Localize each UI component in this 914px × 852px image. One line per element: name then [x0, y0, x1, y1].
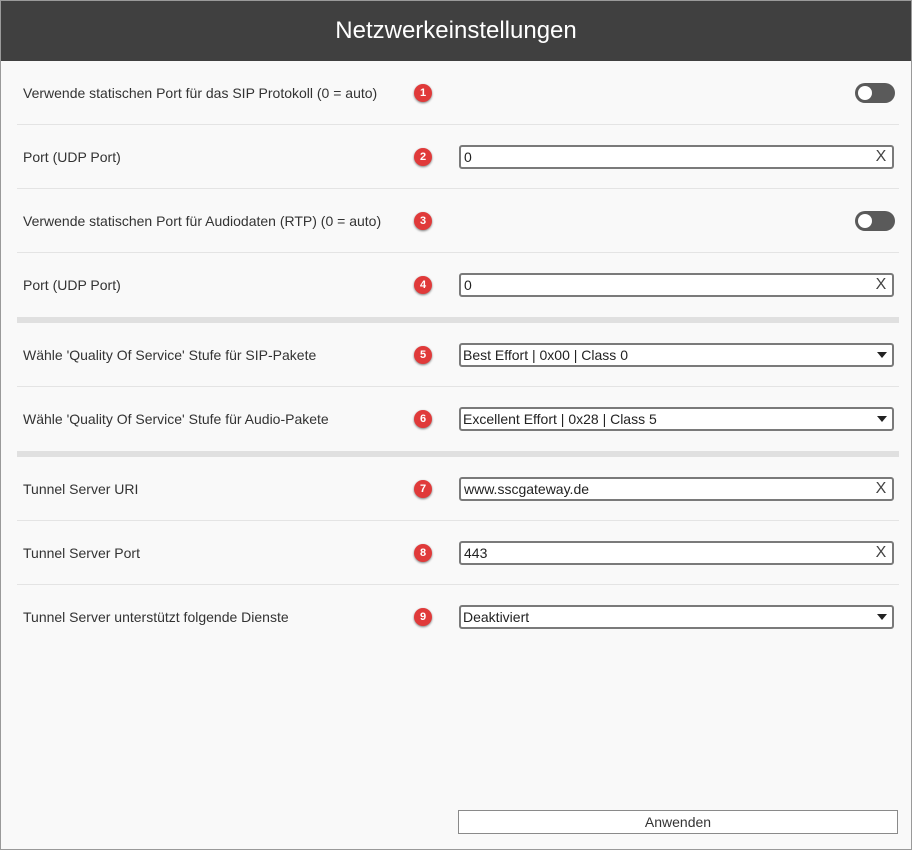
row-label: Tunnel Server unterstützt folgende Diens…	[23, 609, 289, 625]
rtp-static-port-toggle[interactable]	[855, 210, 895, 231]
select-value: Deaktiviert	[463, 609, 530, 625]
step-badge: 7	[414, 479, 432, 498]
row-label: Verwende statischen Port für Audiodaten …	[23, 212, 382, 229]
tunnel-uri-input[interactable]	[461, 478, 872, 499]
select-value: Best Effort | 0x00 | Class 0	[463, 346, 628, 363]
step-badge: 4	[414, 276, 432, 294]
qos-sip-select[interactable]: Best Effort | 0x00 | Class 0	[459, 342, 894, 367]
qos-audio-select[interactable]: Excellent Effort | 0x28 | Class 5	[459, 407, 894, 431]
row-label: Wähle 'Quality Of Service' Stufe für Aud…	[23, 411, 329, 427]
rtp-udp-port-field[interactable]: X	[459, 273, 894, 297]
apply-button[interactable]: Anwenden	[458, 810, 898, 834]
row-label: Port (UDP Port)	[23, 148, 121, 165]
toggle-knob	[858, 85, 872, 100]
row-rtp-static-port: Verwende statischen Port für Audiodaten …	[17, 189, 899, 253]
step-badge: 8	[414, 543, 432, 562]
dropdown-caret-icon	[877, 614, 887, 620]
row-label: Tunnel Server Port	[23, 544, 140, 561]
sip-udp-port-input[interactable]	[461, 146, 872, 167]
step-badge: 9	[414, 608, 432, 626]
row-label: Wähle 'Quality Of Service' Stufe für SIP…	[23, 346, 317, 363]
step-badge: 1	[414, 83, 432, 102]
clear-x-icon[interactable]: X	[872, 543, 890, 563]
row-tunnel-uri: Tunnel Server URI 7 X	[17, 457, 899, 521]
row-sip-static-port: Verwende statischen Port für das SIP Pro…	[17, 61, 899, 125]
tunnel-port-input[interactable]	[461, 542, 872, 563]
sip-static-port-toggle[interactable]	[855, 82, 895, 103]
tunnel-uri-field[interactable]: X	[459, 476, 894, 501]
step-badge: 2	[414, 147, 432, 166]
row-label: Verwende statischen Port für das SIP Pro…	[23, 84, 378, 101]
select-value: Excellent Effort | 0x28 | Class 5	[463, 411, 657, 427]
row-sip-udp-port: Port (UDP Port) 2 X	[17, 125, 899, 189]
rtp-udp-port-input[interactable]	[461, 275, 872, 295]
settings-window: Netzwerkeinstellungen Verwende statische…	[0, 0, 912, 850]
dropdown-caret-icon	[877, 351, 887, 358]
clear-x-icon[interactable]: X	[872, 275, 890, 295]
row-tunnel-port: Tunnel Server Port 8 X	[17, 521, 899, 585]
clear-x-icon[interactable]: X	[872, 147, 890, 167]
row-tunnel-services: Tunnel Server unterstützt folgende Diens…	[17, 585, 899, 649]
tunnel-services-select[interactable]: Deaktiviert	[459, 605, 894, 629]
clear-x-icon[interactable]: X	[872, 479, 890, 499]
step-badge: 3	[414, 211, 432, 230]
tunnel-port-field[interactable]: X	[459, 540, 894, 565]
step-badge: 5	[414, 345, 432, 364]
window-title: Netzwerkeinstellungen	[1, 1, 911, 61]
row-qos-audio: Wähle 'Quality Of Service' Stufe für Aud…	[17, 387, 899, 451]
row-rtp-udp-port: Port (UDP Port) 4 X	[17, 253, 899, 317]
row-qos-sip: Wähle 'Quality Of Service' Stufe für SIP…	[17, 323, 899, 387]
step-badge: 6	[414, 410, 432, 428]
row-label: Port (UDP Port)	[23, 277, 121, 293]
sip-udp-port-field[interactable]: X	[459, 144, 894, 169]
dropdown-caret-icon	[877, 416, 887, 422]
row-label: Tunnel Server URI	[23, 480, 139, 497]
toggle-knob	[858, 213, 872, 228]
settings-list: Verwende statischen Port für das SIP Pro…	[17, 61, 899, 649]
